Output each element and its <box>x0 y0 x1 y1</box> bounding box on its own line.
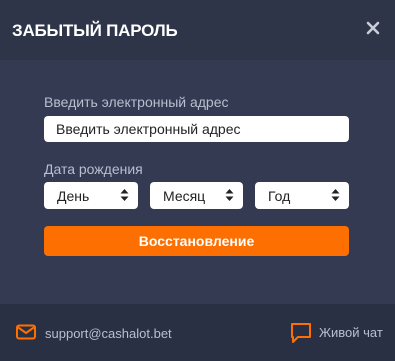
mail-icon <box>16 324 36 340</box>
restore-button[interactable]: Восстановление <box>44 226 349 256</box>
month-select[interactable]: Месяц <box>150 182 243 209</box>
day-select[interactable]: День <box>44 182 138 209</box>
modal-title: ЗАБЫТЫЙ ПАРОЛЬ <box>12 21 178 40</box>
month-select-value: Месяц <box>163 188 206 204</box>
live-chat-link[interactable]: Живой чат <box>319 325 383 340</box>
email-input[interactable] <box>44 116 349 142</box>
day-select-value: День <box>57 188 90 204</box>
email-label: Введить электронный адрес <box>44 94 229 110</box>
select-arrows-icon <box>331 189 340 201</box>
select-arrows-icon <box>225 189 234 201</box>
year-select-value: Год <box>268 188 291 204</box>
year-select[interactable]: Год <box>255 182 349 209</box>
chat-icon[interactable] <box>290 322 312 344</box>
forgot-password-modal: ЗАБЫТЫЙ ПАРОЛЬ Введить электронный адрес… <box>0 0 395 361</box>
support-email-link[interactable]: support@cashalot.bet <box>45 326 172 341</box>
select-arrows-icon <box>120 189 129 201</box>
dob-label: Дата рождения <box>44 161 143 177</box>
close-icon[interactable] <box>363 18 383 38</box>
modal-header: ЗАБЫТЫЙ ПАРОЛЬ <box>0 0 395 60</box>
